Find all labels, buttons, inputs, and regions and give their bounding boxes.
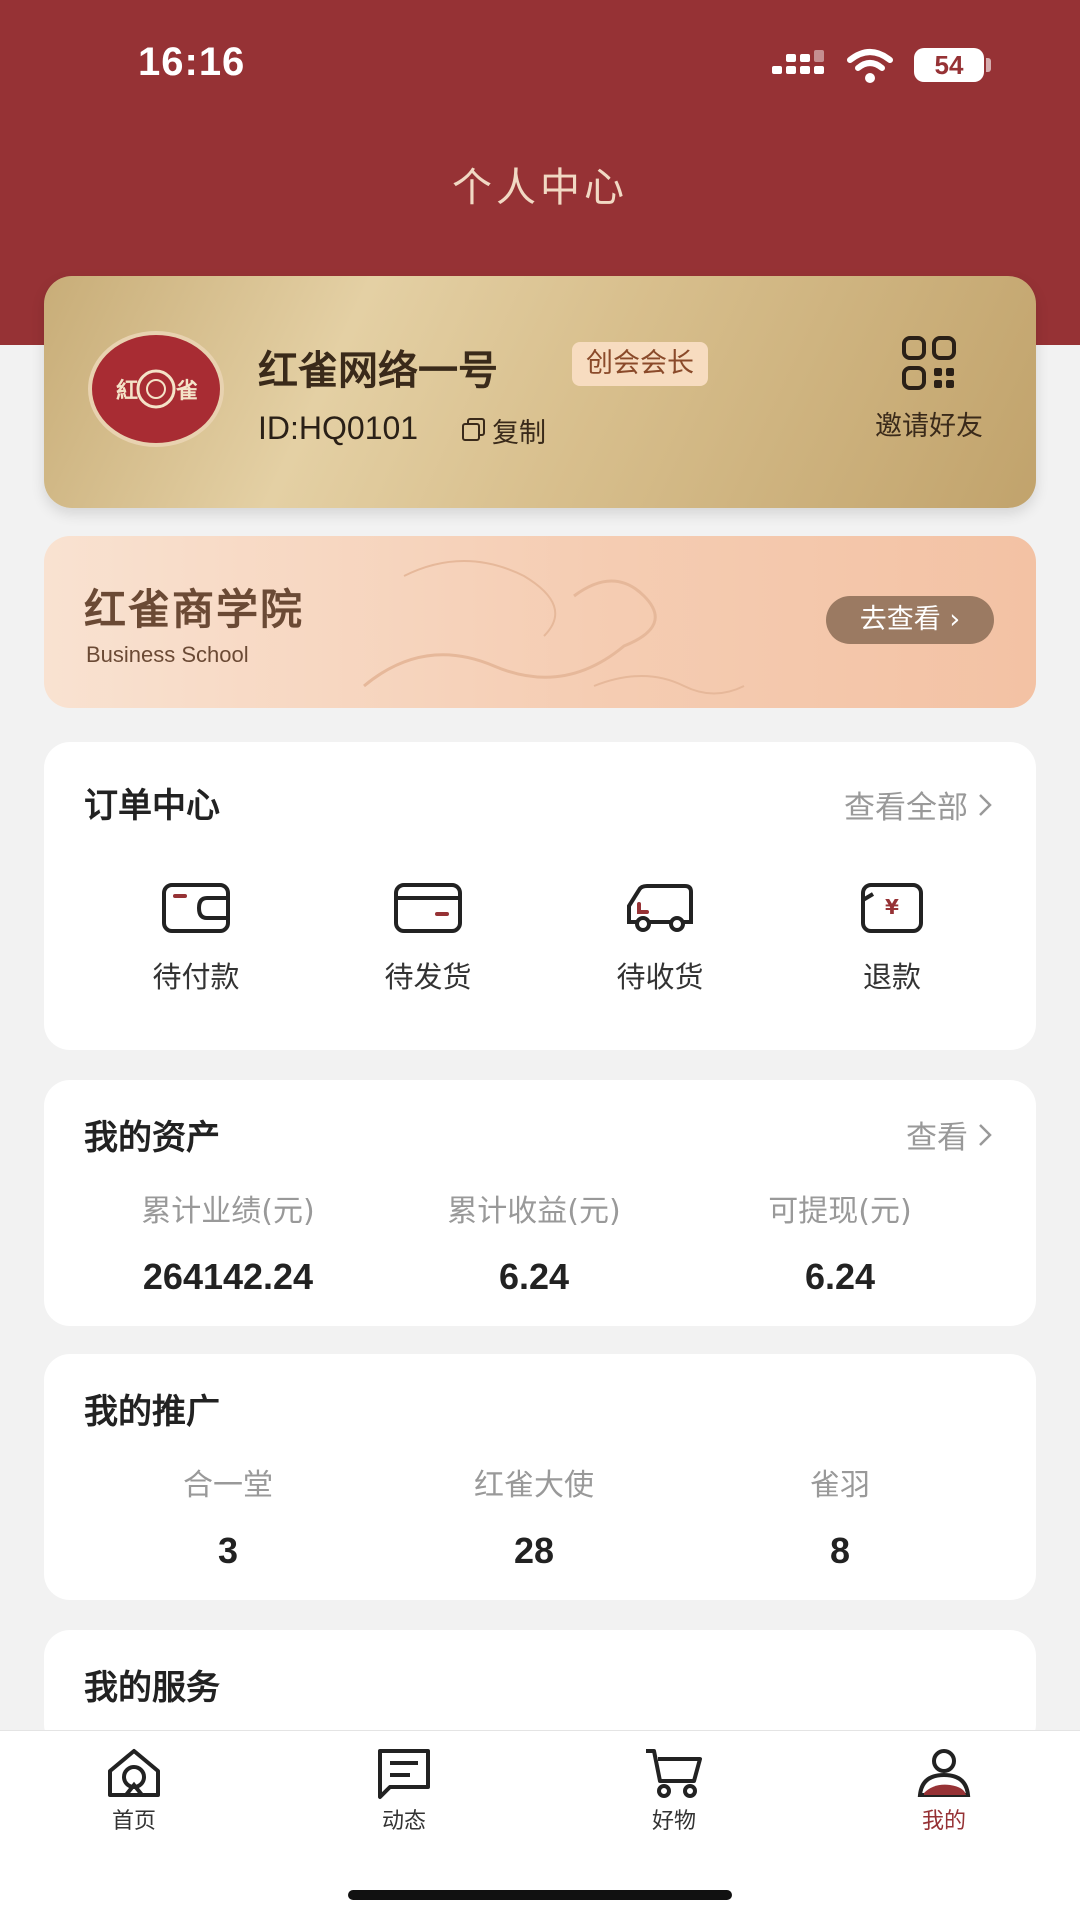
home-icon [108, 1749, 160, 1797]
user-id: ID:HQ0101 [258, 410, 419, 446]
tab-label: 我的 [921, 1809, 966, 1834]
view-school-button[interactable]: 去查看 › [826, 596, 994, 644]
promotion-card: 我的推广 合一堂 3 红雀大使 28 雀羽 8 [44, 1354, 1036, 1600]
stat-value: 6.24 [804, 1256, 876, 1297]
stat-value: 264142.24 [142, 1256, 314, 1297]
wallet-icon [162, 883, 230, 933]
tab-mine[interactable]: 我的 [874, 1745, 1014, 1835]
avatar[interactable]: 紅 雀 [88, 331, 224, 447]
promotion-title: 我的推广 [84, 1392, 220, 1432]
view-assets-label: 查看 [906, 1120, 968, 1156]
stat-ambassador[interactable]: 红雀大使 28 [384, 1460, 684, 1572]
stat-queyu[interactable]: 雀羽 8 [690, 1460, 990, 1572]
tab-label: 首页 [111, 1809, 156, 1834]
stat-value: 28 [513, 1530, 555, 1571]
page-title: 个人中心 [452, 165, 628, 211]
wifi-icon [847, 49, 893, 83]
cloud-pattern-icon [363, 560, 745, 695]
order-pending-shipment[interactable]: 待发货 [348, 882, 508, 996]
cart-icon [646, 1749, 702, 1798]
message-icon [378, 1749, 430, 1799]
stat-label: 累计业绩(元) [141, 1194, 315, 1229]
tab-label: 好物 [651, 1809, 696, 1834]
qr-code-icon [902, 336, 956, 390]
order-pending-payment[interactable]: 待付款 [116, 882, 276, 996]
tab-label: 动态 [381, 1809, 426, 1834]
username: 红雀网络一号 [258, 348, 498, 394]
stat-label: 可提现(元) [768, 1194, 912, 1229]
svg-text:雀: 雀 [175, 378, 198, 404]
svg-text:¥: ¥ [885, 895, 899, 919]
school-subtitle: Business School [86, 642, 249, 667]
avatar-logo-icon: 紅 雀 [116, 369, 198, 409]
svg-text:紅: 紅 [116, 378, 138, 404]
home-indicator [348, 1890, 732, 1900]
stat-heyitang[interactable]: 合一堂 3 [78, 1460, 378, 1572]
view-all-label: 查看全部 [844, 790, 968, 826]
order-label: 待收货 [616, 960, 704, 994]
stat-label: 红雀大使 [474, 1468, 594, 1503]
status-time: 16:16 [138, 40, 246, 84]
invite-label: 邀请好友 [875, 411, 983, 442]
truck-icon [627, 884, 693, 932]
assets-card: 我的资产 查看 累计业绩(元) 264142.24 累计收益(元) 6.24 可… [44, 1080, 1036, 1326]
tab-home[interactable]: 首页 [64, 1745, 204, 1835]
services-title: 我的服务 [84, 1668, 220, 1708]
user-icon [917, 1749, 971, 1797]
order-pending-receipt[interactable]: 待收货 [580, 882, 740, 996]
assets-title: 我的资产 [84, 1118, 220, 1158]
stat-label: 雀羽 [810, 1468, 870, 1503]
tab-goods[interactable]: 好物 [604, 1745, 744, 1835]
order-label: 待发货 [384, 960, 472, 994]
copy-label: 复制 [492, 417, 546, 449]
signal-icon [772, 50, 824, 74]
stat-withdrawable[interactable]: 可提现(元) 6.24 [690, 1186, 990, 1298]
copy-id-button[interactable]: 复制 [460, 412, 546, 449]
status-bar: 16:16 54 [0, 0, 1080, 130]
profile-card: 紅 雀 红雀网络一号 创会会长 ID:HQ0101 复制 邀请好友 [44, 276, 1036, 508]
business-school-banner[interactable]: 红雀商学院 Business School 去查看 › [44, 536, 1036, 708]
copy-icon [462, 418, 485, 441]
stat-value: 3 [217, 1530, 239, 1571]
battery-tip [986, 58, 991, 72]
stat-total-performance[interactable]: 累计业绩(元) 264142.24 [78, 1186, 378, 1298]
invite-friends-button[interactable]: 邀请好友 [854, 336, 1004, 443]
view-all-orders-link[interactable]: 查看全部 [844, 782, 992, 827]
battery-indicator: 54 [914, 48, 984, 82]
order-center-card: 订单中心 查看全部 待付款 待发货 待收货 ¥ 退款 [44, 742, 1036, 1050]
chevron-right-icon [979, 793, 992, 816]
stat-value: 8 [829, 1530, 851, 1571]
role-badge: 创会会长 [572, 342, 708, 386]
stat-value: 6.24 [498, 1256, 570, 1297]
order-center-title: 订单中心 [84, 786, 220, 826]
stat-total-earnings[interactable]: 累计收益(元) 6.24 [384, 1186, 684, 1298]
view-assets-link[interactable]: 查看 [906, 1112, 992, 1157]
card-icon [394, 883, 462, 933]
school-title: 红雀商学院 [84, 585, 305, 634]
tab-feed[interactable]: 动态 [334, 1745, 474, 1835]
stat-label: 合一堂 [183, 1468, 273, 1503]
stat-label: 累计收益(元) [447, 1194, 621, 1229]
order-label: 退款 [862, 960, 921, 994]
chevron-right-icon [979, 1123, 992, 1146]
order-refund[interactable]: ¥ 退款 [812, 882, 972, 996]
refund-icon: ¥ [861, 883, 923, 933]
order-label: 待付款 [152, 960, 240, 994]
